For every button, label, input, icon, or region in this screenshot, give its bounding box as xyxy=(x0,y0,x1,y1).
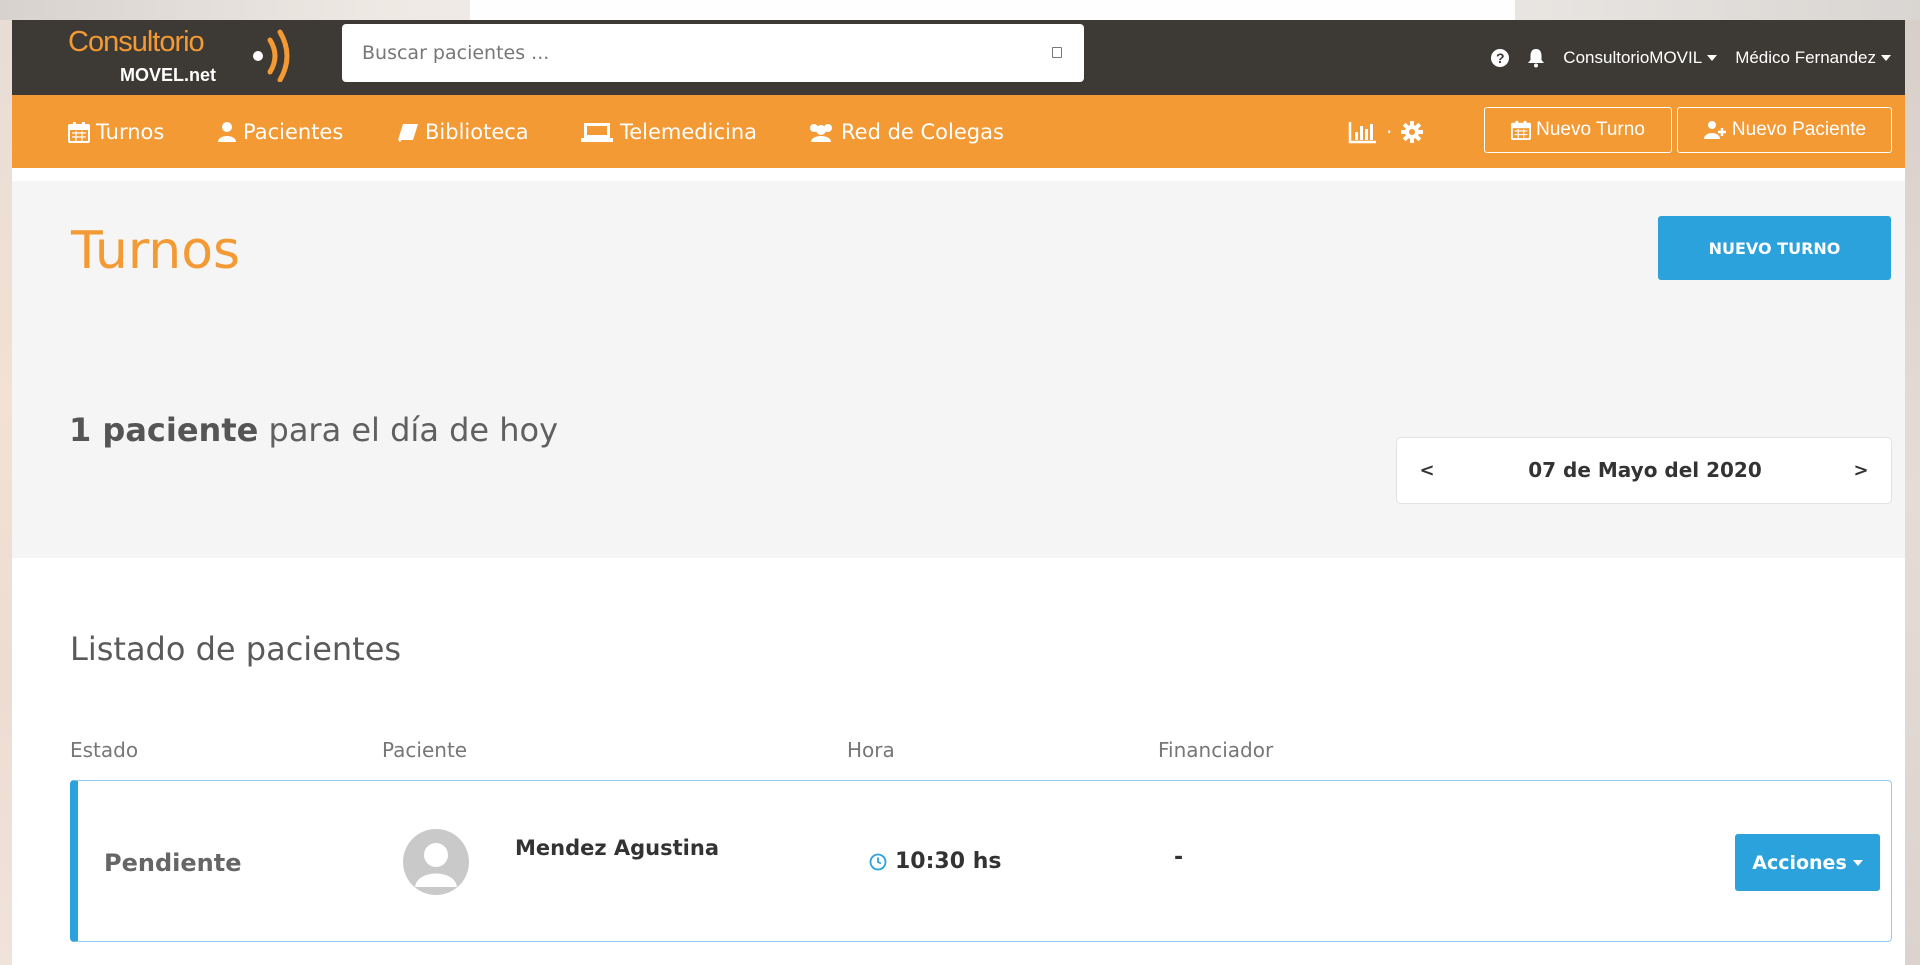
logo[interactable]: Consultorio MOVEL.net xyxy=(68,22,308,92)
column-header-paciente: Paciente xyxy=(382,738,468,762)
nav-new-turno-label: Nuevo Turno xyxy=(1536,119,1645,140)
header-section: Turnos NUEVO TURNO 1 paciente para el dí… xyxy=(12,181,1905,558)
daily-summary: 1 paciente para el día de hoy xyxy=(69,411,558,449)
actions-label: Acciones xyxy=(1752,851,1847,874)
gear-icon[interactable] xyxy=(1400,120,1424,144)
row-paciente[interactable]: Mendez Agustina xyxy=(515,836,719,860)
search-box xyxy=(342,24,1084,82)
date-picker: < 07 de Mayo del 2020 > xyxy=(1396,437,1892,504)
account-menu-label: ConsultorioMOVIL xyxy=(1563,47,1703,67)
laptop-icon xyxy=(581,122,613,142)
current-date[interactable]: 07 de Mayo del 2020 xyxy=(1457,438,1833,502)
nav-item-red-de-colegas[interactable]: Red de Colegas xyxy=(807,95,1004,168)
row-financiador: - xyxy=(1174,845,1184,870)
top-bar: Consultorio MOVEL.net ? ConsultorioMOVIL xyxy=(12,20,1905,95)
nav-tools: · xyxy=(1348,95,1424,168)
nav-label-biblioteca: Biblioteca xyxy=(425,119,529,144)
help-icon[interactable]: ? xyxy=(1491,48,1510,67)
row-estado: Pendiente xyxy=(104,849,242,877)
search-input[interactable] xyxy=(362,42,1012,64)
page-title: Turnos xyxy=(71,221,241,281)
bar-chart-icon[interactable] xyxy=(1348,120,1378,144)
table-row[interactable]: Pendiente Mendez Agustina 10:30 hs - Acc… xyxy=(70,780,1892,942)
list-title: Listado de pacientes xyxy=(70,630,402,668)
nav-item-turnos[interactable]: Turnos xyxy=(68,95,164,168)
nav-new-paciente-label: Nuevo Paciente xyxy=(1731,119,1867,140)
background-top-strip xyxy=(470,0,1515,20)
logo-sub-text: MOVEL.net xyxy=(120,65,217,85)
nav-item-biblioteca[interactable]: Biblioteca xyxy=(397,95,529,168)
nav-new-turno-button[interactable]: Nuevo Turno xyxy=(1484,107,1672,153)
previous-day-button[interactable]: < xyxy=(1397,438,1457,502)
background-right xyxy=(1905,20,1920,965)
calendar-icon xyxy=(68,121,90,143)
new-turno-button[interactable]: NUEVO TURNO xyxy=(1658,216,1891,280)
column-header-financiador: Financiador xyxy=(1158,738,1274,762)
avatar xyxy=(403,829,469,895)
nav-new-paciente-button[interactable]: Nuevo Paciente xyxy=(1677,107,1892,153)
user-icon xyxy=(218,121,236,142)
column-header-hora: Hora xyxy=(847,738,895,762)
default-avatar-icon xyxy=(415,843,457,887)
users-icon xyxy=(810,123,832,142)
column-header-estado: Estado xyxy=(70,738,139,762)
nav-label-pacientes: Pacientes xyxy=(243,119,344,144)
account-menu[interactable]: ConsultorioMOVIL xyxy=(1563,47,1718,68)
app-window: Consultorio MOVEL.net ? ConsultorioMOVIL xyxy=(12,20,1905,965)
nav-label-telemedicina: Telemedicina xyxy=(620,119,758,144)
bell-icon[interactable] xyxy=(1527,48,1545,68)
book-icon xyxy=(398,123,418,142)
main-nav: Turnos Pacientes Biblioteca Telemedicina xyxy=(12,95,1905,168)
row-hora-value: 10:30 hs xyxy=(895,849,1002,874)
calendar-icon xyxy=(1511,120,1532,140)
user-menu[interactable]: Médico Fernandez xyxy=(1735,48,1891,68)
search-square-icon xyxy=(1052,47,1062,58)
top-right-menu: ? ConsultorioMOVIL Médico Fernandez xyxy=(1491,20,1891,95)
logo-main-text: Consultorio xyxy=(68,26,205,58)
signal-waves-icon xyxy=(253,29,290,82)
caret-down-icon xyxy=(1707,54,1718,61)
caret-down-icon xyxy=(1881,54,1891,61)
row-hora: 10:30 hs xyxy=(869,849,1001,874)
user-menu-label: Médico Fernandez xyxy=(1735,47,1876,67)
nav-label-turnos: Turnos xyxy=(96,119,165,144)
next-day-button[interactable]: > xyxy=(1831,438,1891,502)
nav-item-pacientes[interactable]: Pacientes xyxy=(217,95,343,168)
caret-down-icon xyxy=(1852,859,1863,866)
nav-item-telemedicina[interactable]: Telemedicina xyxy=(580,95,757,168)
add-user-icon xyxy=(1703,121,1726,139)
summary-text: para el día de hoy xyxy=(258,411,559,449)
clock-icon xyxy=(869,853,887,870)
tools-separator: · xyxy=(1386,119,1393,144)
summary-count: 1 paciente xyxy=(69,411,259,449)
actions-dropdown-button[interactable]: Acciones xyxy=(1735,834,1880,891)
nav-label-red-de-colegas: Red de Colegas xyxy=(841,119,1004,144)
background-left xyxy=(0,20,12,965)
